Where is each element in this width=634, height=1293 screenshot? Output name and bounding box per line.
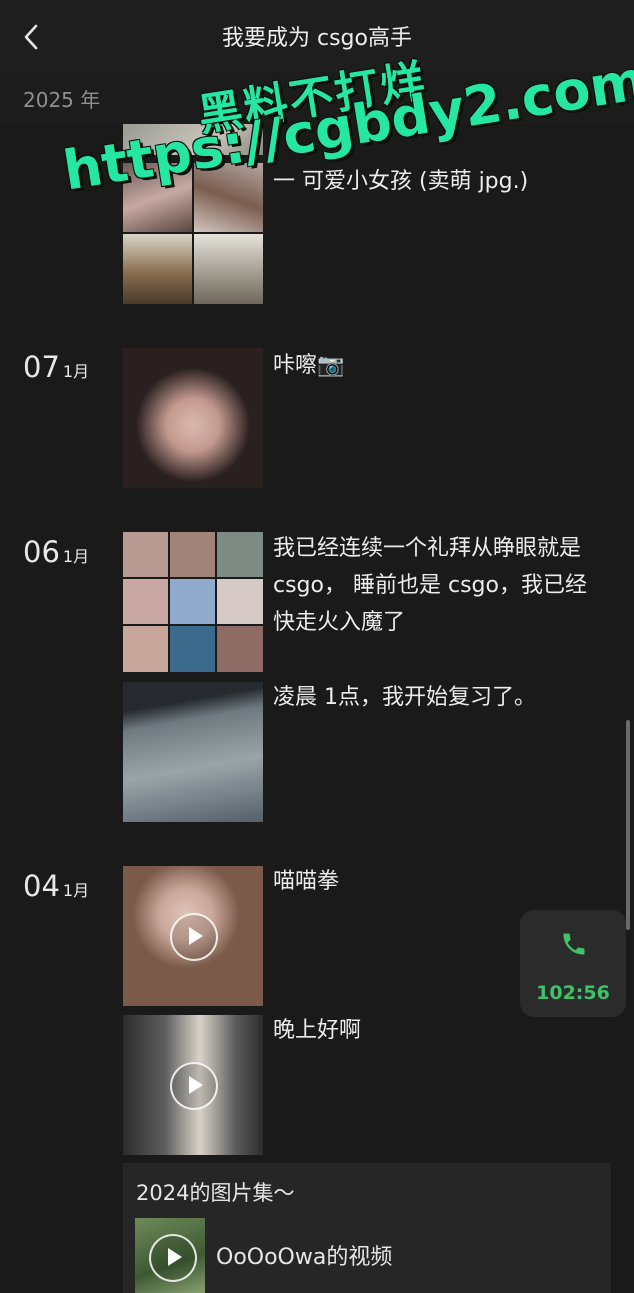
post-text[interactable]: 晚上好啊 [273, 1012, 603, 1049]
album-card[interactable]: 2024的图片集～ OoOoOwa的视频 [123, 1163, 611, 1293]
post-text[interactable]: 一 可爱小女孩 (卖萌 jpg.) [273, 163, 603, 200]
photo-thumb[interactable] [170, 532, 215, 577]
post-text[interactable]: 咔嚓📷 [273, 347, 603, 384]
video-thumb[interactable] [123, 866, 263, 1006]
photo-thumb[interactable] [123, 626, 168, 672]
call-duration: 102:56 [536, 982, 610, 1004]
play-icon[interactable] [170, 913, 218, 961]
photo-thumb[interactable] [123, 348, 263, 488]
page-title: 我要成为 csgo高手 [222, 26, 412, 51]
album-subtitle: OoOoOwa的视频 [216, 1245, 393, 1270]
photo-thumb[interactable] [123, 682, 263, 822]
photo-thumb[interactable] [217, 532, 263, 577]
video-thumb[interactable] [135, 1218, 205, 1293]
photo-thumb[interactable] [217, 626, 263, 672]
phone-icon [563, 933, 585, 955]
post-text[interactable]: 喵喵拳 [273, 863, 603, 900]
date-label: 06 1月 [23, 535, 90, 569]
photo-thumb[interactable] [194, 234, 263, 304]
video-thumb[interactable] [123, 1015, 263, 1155]
photo-thumb[interactable] [170, 626, 215, 672]
play-icon[interactable] [149, 1234, 197, 1282]
year-label: 2025 年 [23, 88, 101, 112]
post-text[interactable]: 凌晨 1点，我开始复习了。 [273, 679, 603, 716]
photo-thumb[interactable] [123, 579, 168, 624]
date-label: 07 1月 [23, 350, 90, 384]
photo-thumb[interactable] [123, 532, 168, 577]
date-label: 04 1月 [23, 869, 90, 903]
album-title: 2024的图片集～ [136, 1181, 295, 1205]
play-icon[interactable] [170, 1062, 218, 1110]
call-bubble[interactable]: 102:56 [520, 910, 626, 1017]
scrollbar[interactable] [626, 720, 630, 930]
post-text[interactable]: 我已经连续一个礼拜从睁眼就是 csgo， 睡前也是 csgo，我已经快走火入魔了 [273, 530, 603, 641]
photo-thumb[interactable] [123, 234, 192, 304]
photo-thumb[interactable] [217, 579, 263, 624]
photo-thumb[interactable] [170, 579, 215, 624]
